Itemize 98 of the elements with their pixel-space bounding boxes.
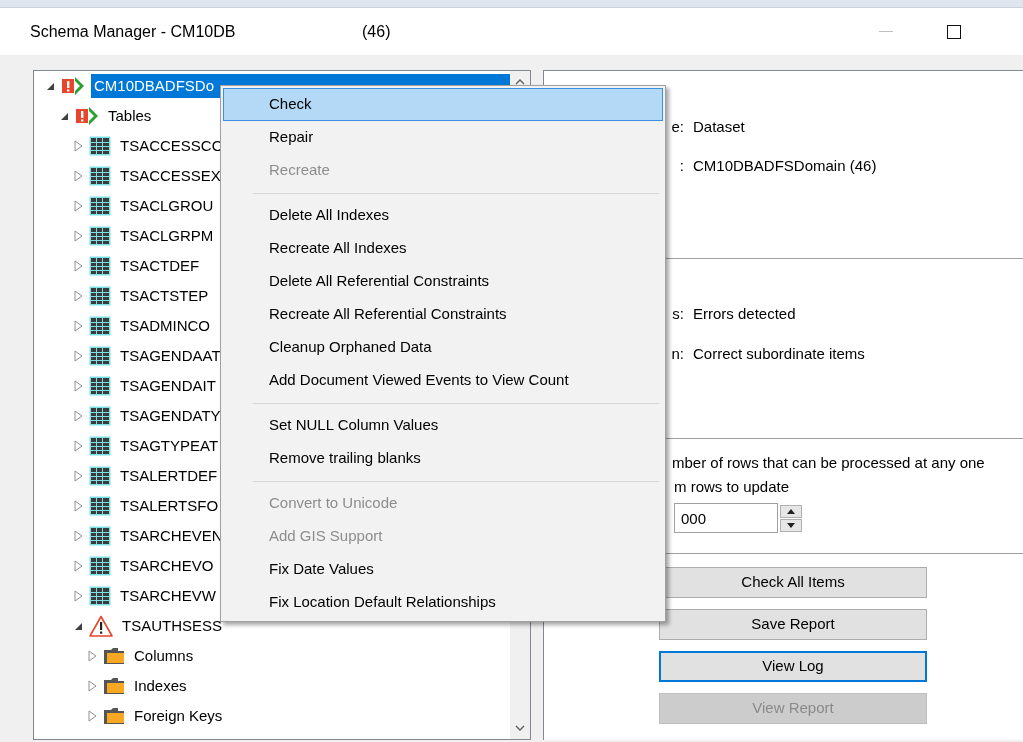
menu-item[interactable]: Delete All Indexes: [223, 199, 663, 232]
menu-item[interactable]: Repair: [223, 121, 663, 154]
error-status-icon: [75, 106, 99, 126]
collapsed-arrow-icon[interactable]: [74, 260, 83, 272]
menu-item[interactable]: Recreate All Indexes: [223, 232, 663, 265]
tree-item[interactable]: Tables: [105, 104, 152, 128]
window-title: Schema Manager - CM10DB: [30, 21, 237, 42]
collapsed-arrow-icon[interactable]: [88, 710, 97, 722]
expanded-arrow-icon[interactable]: [46, 81, 55, 91]
tree-item[interactable]: TSAGTYPEAT: [117, 434, 219, 458]
collapsed-arrow-icon[interactable]: [74, 530, 83, 542]
collapsed-arrow-icon[interactable]: [74, 200, 83, 212]
tree-item[interactable]: TSACLGROU: [117, 194, 214, 218]
folder-icon: [103, 707, 125, 725]
collapsed-arrow-icon[interactable]: [74, 440, 83, 452]
collapsed-arrow-icon[interactable]: [74, 320, 83, 332]
table-icon: [89, 466, 111, 486]
table-icon: [89, 286, 111, 306]
table-icon: [89, 556, 111, 576]
batch-description: mber of rows that can be processed at any one: [672, 453, 986, 473]
table-icon: [89, 196, 111, 216]
table-icon: [89, 256, 111, 276]
action-button[interactable]: Save Report: [659, 609, 927, 640]
menu-item[interactable]: Remove trailing blanks: [223, 442, 663, 475]
tree-item[interactable]: Foreign Keys: [131, 704, 223, 728]
action-button[interactable]: View Log: [659, 651, 927, 682]
tree-item[interactable]: TSADMINCO: [117, 314, 210, 338]
table-icon: [89, 526, 111, 546]
field-value: Dataset: [693, 116, 745, 137]
collapsed-arrow-icon[interactable]: [74, 350, 83, 362]
collapsed-arrow-icon[interactable]: [74, 500, 83, 512]
expanded-arrow-icon[interactable]: [74, 621, 83, 631]
field-value: Correct subordinate items: [693, 343, 865, 364]
field-label: n:: [670, 343, 684, 364]
down-arrow-icon: [787, 522, 795, 528]
expanded-arrow-icon[interactable]: [60, 111, 69, 121]
tree-item[interactable]: TSAUTHSESS: [119, 614, 223, 638]
menu-item[interactable]: Add Document Viewed Events to View Count: [223, 364, 663, 397]
menu-item[interactable]: Recreate All Referential Constraints: [223, 298, 663, 331]
tree-item[interactable]: TSARCHEVO: [117, 554, 214, 578]
field-value: CM10DBADFSDomain (46): [693, 155, 877, 176]
menu-item[interactable]: Check: [223, 88, 663, 121]
collapsed-arrow-icon[interactable]: [88, 650, 97, 662]
collapsed-arrow-icon[interactable]: [88, 680, 97, 692]
menu-item[interactable]: Cleanup Orphaned Data: [223, 331, 663, 364]
maximize-icon[interactable]: [947, 24, 961, 39]
table-icon: [89, 346, 111, 366]
tree-item[interactable]: TSACCESSCO: [117, 134, 224, 158]
table-icon: [89, 436, 111, 456]
menu-item[interactable]: Set NULL Column Values: [223, 409, 663, 442]
table-icon: [89, 496, 111, 516]
tree-item[interactable]: TSACLGRPM: [117, 224, 214, 248]
error-status-icon: [61, 76, 85, 96]
minimize-icon[interactable]: [879, 30, 893, 33]
field-value: Errors detected: [693, 303, 796, 324]
tree-item[interactable]: TSALERTSFO: [117, 494, 219, 518]
table-icon: [89, 136, 111, 156]
field-label: s:: [671, 303, 684, 324]
folder-icon: [103, 647, 125, 665]
collapsed-arrow-icon[interactable]: [74, 290, 83, 302]
tree-item[interactable]: TSAGENDAIT: [117, 374, 216, 398]
rows-input-field[interactable]: 000: [674, 503, 778, 533]
table-icon: [89, 376, 111, 396]
window-count: (46): [362, 21, 391, 42]
spin-down-button[interactable]: [780, 518, 802, 532]
menu-item[interactable]: Delete All Referential Constraints: [223, 265, 663, 298]
table-icon: [89, 166, 111, 186]
table-icon: [89, 406, 111, 426]
folder-icon: [103, 677, 125, 695]
tree-item[interactable]: Columns: [131, 644, 194, 668]
field-label: :: [678, 155, 684, 176]
collapsed-arrow-icon[interactable]: [74, 410, 83, 422]
tree-item[interactable]: TSACTSTEP: [117, 284, 209, 308]
collapsed-arrow-icon[interactable]: [74, 380, 83, 392]
field-label: e:: [670, 116, 684, 137]
scroll-up-icon[interactable]: [515, 79, 525, 85]
tree-item[interactable]: TSARCHEVW: [117, 584, 216, 608]
collapsed-arrow-icon[interactable]: [74, 230, 83, 242]
scroll-down-icon[interactable]: [515, 725, 525, 731]
collapsed-arrow-icon[interactable]: [74, 590, 83, 602]
field-label: m rows to update: [673, 477, 791, 497]
table-icon: [89, 586, 111, 606]
collapsed-arrow-icon[interactable]: [74, 470, 83, 482]
collapsed-arrow-icon[interactable]: [74, 560, 83, 572]
warning-icon: [89, 615, 113, 637]
tree-item[interactable]: TSAGENDATY: [117, 404, 221, 428]
table-icon: [89, 316, 111, 336]
tree-item[interactable]: TSALERTDEF: [117, 464, 218, 488]
collapsed-arrow-icon[interactable]: [74, 140, 83, 152]
tree-item[interactable]: TSACTDEF: [117, 254, 200, 278]
tree-item[interactable]: TSAGENDAAT: [117, 344, 221, 368]
tree-item[interactable]: TSACCESSEX: [117, 164, 221, 188]
table-icon: [89, 226, 111, 246]
tree-item[interactable]: TSARCHEVEN: [117, 524, 223, 548]
collapsed-arrow-icon[interactable]: [74, 170, 83, 182]
up-arrow-icon: [787, 508, 795, 514]
tree-item[interactable]: Indexes: [131, 674, 187, 698]
spin-up-button[interactable]: [780, 504, 802, 518]
